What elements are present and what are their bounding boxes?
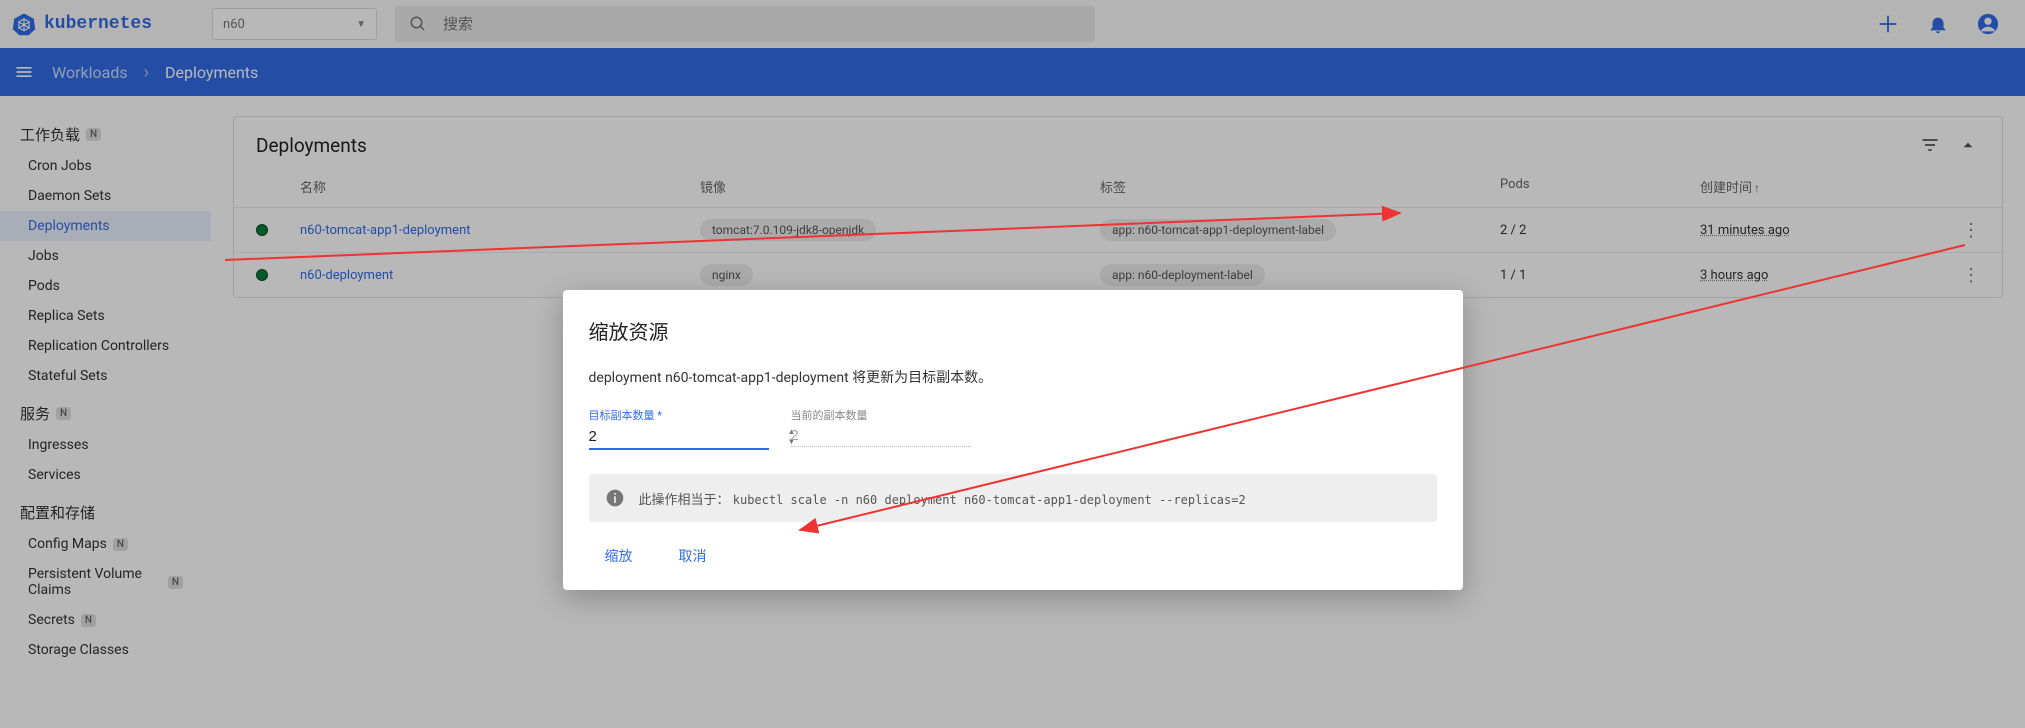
scale-button[interactable]: 缩放: [597, 540, 641, 572]
target-replicas-field: 目标副本数量 * ▲▼: [589, 407, 769, 450]
hint-box: 此操作相当于： kubectl scale -n n60 deployment …: [589, 474, 1437, 522]
info-icon: [605, 488, 625, 508]
cancel-button[interactable]: 取消: [671, 540, 715, 572]
hint-command: kubectl scale -n n60 deployment n60-tomc…: [733, 493, 1246, 507]
current-replicas-field: 当前的副本数量: [791, 407, 971, 450]
dialog-title: 缩放资源: [589, 316, 1437, 345]
dialog-text: deployment n60-tomcat-app1-deployment 将更…: [589, 367, 1437, 387]
modal-scrim[interactable]: 缩放资源 deployment n60-tomcat-app1-deployme…: [0, 0, 2025, 728]
current-replicas-input: [791, 427, 990, 444]
target-replicas-input[interactable]: [589, 428, 788, 445]
scale-dialog: 缩放资源 deployment n60-tomcat-app1-deployme…: [563, 290, 1463, 590]
